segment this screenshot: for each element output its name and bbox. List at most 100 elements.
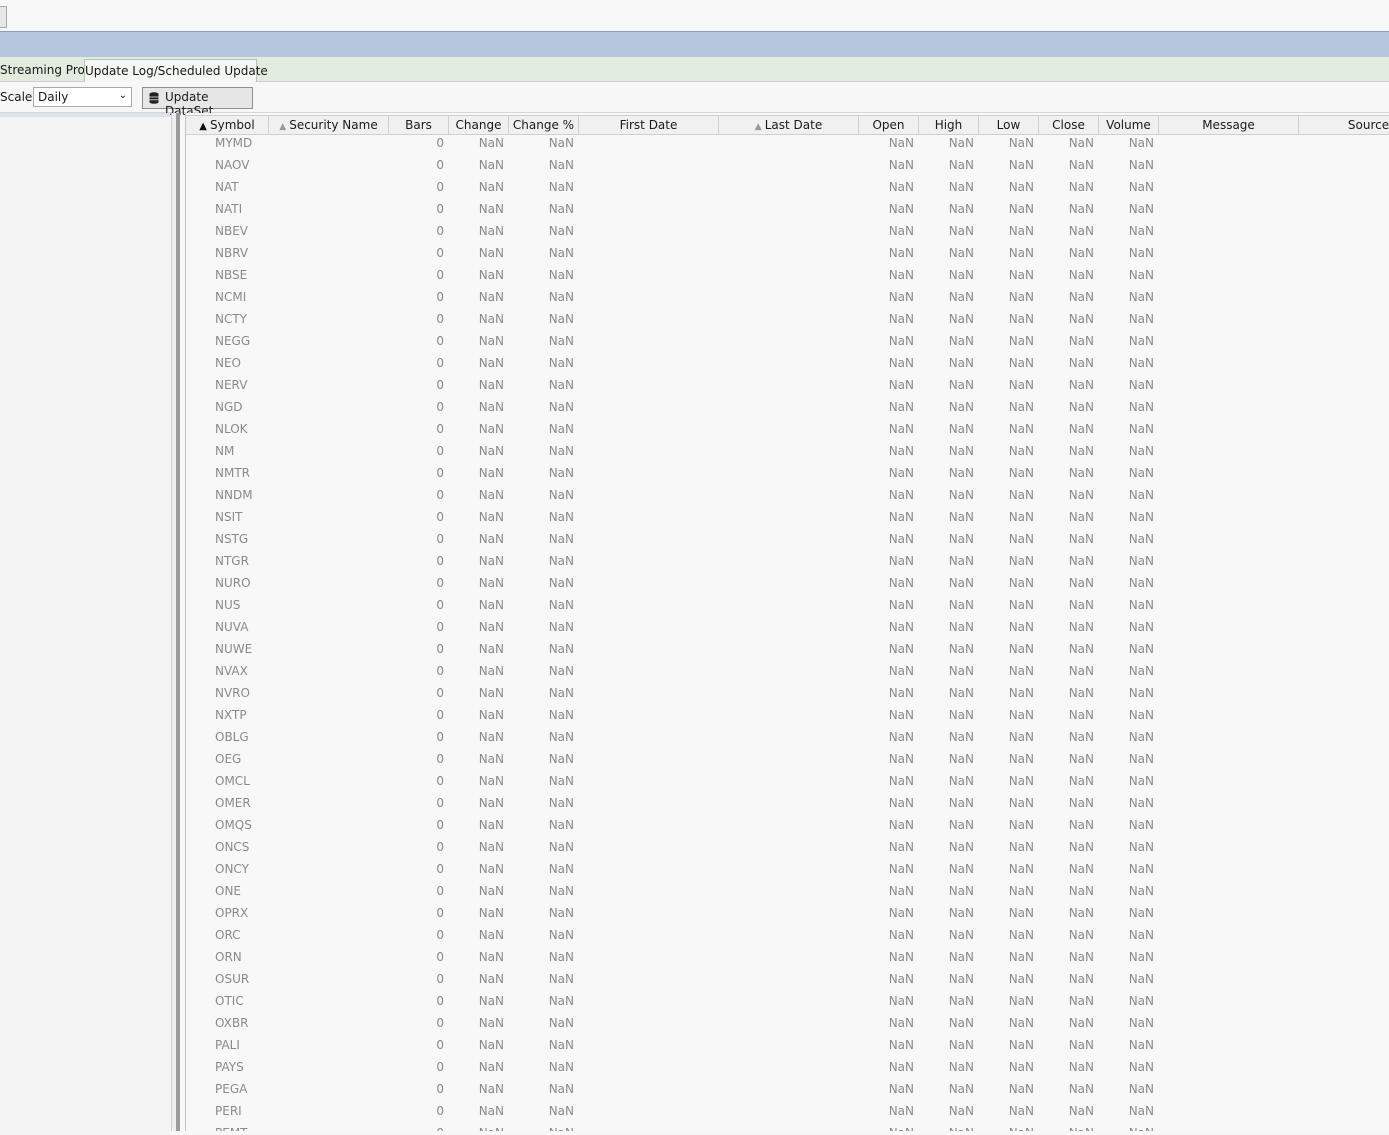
cell-high: NaN [948, 708, 974, 722]
table-row[interactable]: NXTP 0 NaN NaN NaN NaN NaN NaN NaN [186, 706, 1389, 728]
cell-change-pct: NaN [548, 510, 574, 524]
cell-volume: NaN [1128, 994, 1154, 1008]
cell-change: NaN [478, 136, 504, 150]
column-header-symbol[interactable]: ▲ Symbol [186, 116, 269, 134]
column-header-open[interactable]: Open [859, 116, 919, 134]
table-row[interactable]: ONCY 0 NaN NaN NaN NaN NaN NaN NaN [186, 860, 1389, 882]
table-row[interactable]: NSIT 0 NaN NaN NaN NaN NaN NaN NaN [186, 508, 1389, 530]
table-row[interactable]: NATI 0 NaN NaN NaN NaN NaN NaN NaN [186, 200, 1389, 222]
cell-volume: NaN [1128, 378, 1154, 392]
column-header-first-date[interactable]: First Date [579, 116, 719, 134]
column-header-change-pct[interactable]: Change % [509, 116, 579, 134]
tab-streaming-providers[interactable]: Streaming Providers [0, 59, 85, 81]
table-row[interactable]: NBRV 0 NaN NaN NaN NaN NaN NaN NaN [186, 244, 1389, 266]
table-row[interactable]: OSUR 0 NaN NaN NaN NaN NaN NaN NaN [186, 970, 1389, 992]
table-row[interactable]: NNDM 0 NaN NaN NaN NaN NaN NaN NaN [186, 486, 1389, 508]
column-header-high[interactable]: High [919, 116, 979, 134]
column-header-last-date[interactable]: ▲ Last Date [719, 116, 859, 134]
table-row[interactable]: OMCL 0 NaN NaN NaN NaN NaN NaN NaN [186, 772, 1389, 794]
scale-dropdown[interactable]: Daily ⌄ [33, 87, 132, 107]
cell-low: NaN [1008, 1016, 1034, 1030]
table-row[interactable]: NERV 0 NaN NaN NaN NaN NaN NaN NaN [186, 376, 1389, 398]
table-row[interactable]: ONE 0 NaN NaN NaN NaN NaN NaN NaN [186, 882, 1389, 904]
table-row[interactable]: NEO 0 NaN NaN NaN NaN NaN NaN NaN [186, 354, 1389, 376]
column-header-volume[interactable]: Volume [1099, 116, 1159, 134]
cell-low: NaN [1008, 664, 1034, 678]
cell-close: NaN [1068, 532, 1094, 546]
cell-change: NaN [478, 356, 504, 370]
table-row[interactable]: PALI 0 NaN NaN NaN NaN NaN NaN NaN [186, 1036, 1389, 1058]
table-row[interactable]: NLOK 0 NaN NaN NaN NaN NaN NaN NaN [186, 420, 1389, 442]
column-header-source[interactable]: Source [1299, 116, 1389, 134]
cell-volume: NaN [1128, 686, 1154, 700]
column-header-message[interactable]: Message [1159, 116, 1299, 134]
table-row[interactable]: OPRX 0 NaN NaN NaN NaN NaN NaN NaN [186, 904, 1389, 926]
cell-bars: 0 [436, 928, 444, 942]
cell-change: NaN [478, 884, 504, 898]
clipped-button-edge[interactable] [0, 6, 7, 28]
cell-change-pct: NaN [548, 444, 574, 458]
table-row[interactable]: NAT 0 NaN NaN NaN NaN NaN NaN NaN [186, 178, 1389, 200]
table-row[interactable]: OTIC 0 NaN NaN NaN NaN NaN NaN NaN [186, 992, 1389, 1014]
column-header-change[interactable]: Change [449, 116, 509, 134]
cell-bars: 0 [436, 268, 444, 282]
table-row[interactable]: NCTY 0 NaN NaN NaN NaN NaN NaN NaN [186, 310, 1389, 332]
table-row[interactable]: ONCS 0 NaN NaN NaN NaN NaN NaN NaN [186, 838, 1389, 860]
column-header-close[interactable]: Close [1039, 116, 1099, 134]
cell-open: NaN [888, 664, 914, 678]
table-row[interactable]: NM 0 NaN NaN NaN NaN NaN NaN NaN [186, 442, 1389, 464]
table-row[interactable]: NCMI 0 NaN NaN NaN NaN NaN NaN NaN [186, 288, 1389, 310]
column-header-low[interactable]: Low [979, 116, 1039, 134]
cell-bars: 0 [436, 136, 444, 150]
column-header-bars[interactable]: Bars [389, 116, 449, 134]
tab-update-log[interactable]: Update Log/Scheduled Update [84, 59, 268, 82]
cell-open: NaN [888, 884, 914, 898]
table-row[interactable]: ORN 0 NaN NaN NaN NaN NaN NaN NaN [186, 948, 1389, 970]
cell-close: NaN [1068, 818, 1094, 832]
cell-bars: 0 [436, 620, 444, 634]
column-header-security-name[interactable]: ▲ Security Name [269, 116, 389, 134]
table-row[interactable]: PEMT 0 NaN NaN NaN NaN NaN NaN NaN [186, 1124, 1389, 1131]
cell-bars: 0 [436, 730, 444, 744]
table-row[interactable]: NUS 0 NaN NaN NaN NaN NaN NaN NaN [186, 596, 1389, 618]
table-row[interactable]: NUVA 0 NaN NaN NaN NaN NaN NaN NaN [186, 618, 1389, 640]
table-row[interactable]: NVAX 0 NaN NaN NaN NaN NaN NaN NaN [186, 662, 1389, 684]
table-row[interactable]: OEG 0 NaN NaN NaN NaN NaN NaN NaN [186, 750, 1389, 772]
cell-change: NaN [478, 576, 504, 590]
table-row[interactable]: OMER 0 NaN NaN NaN NaN NaN NaN NaN [186, 794, 1389, 816]
cell-change: NaN [478, 598, 504, 612]
table-row[interactable]: NEGG 0 NaN NaN NaN NaN NaN NaN NaN [186, 332, 1389, 354]
cell-bars: 0 [436, 642, 444, 656]
table-row[interactable]: NGD 0 NaN NaN NaN NaN NaN NaN NaN [186, 398, 1389, 420]
table-row[interactable]: OBLG 0 NaN NaN NaN NaN NaN NaN NaN [186, 728, 1389, 750]
cell-bars: 0 [436, 466, 444, 480]
cell-low: NaN [1008, 532, 1034, 546]
pane-splitter[interactable] [171, 113, 180, 1131]
table-row[interactable]: NBSE 0 NaN NaN NaN NaN NaN NaN NaN [186, 266, 1389, 288]
cell-symbol: OTIC [215, 994, 244, 1008]
table-row[interactable]: PAYS 0 NaN NaN NaN NaN NaN NaN NaN [186, 1058, 1389, 1080]
table-row[interactable]: OXBR 0 NaN NaN NaN NaN NaN NaN NaN [186, 1014, 1389, 1036]
cell-volume: NaN [1128, 1038, 1154, 1052]
cell-volume: NaN [1128, 356, 1154, 370]
cell-change-pct: NaN [548, 576, 574, 590]
table-row[interactable]: PERI 0 NaN NaN NaN NaN NaN NaN NaN [186, 1102, 1389, 1124]
table-row[interactable]: NMTR 0 NaN NaN NaN NaN NaN NaN NaN [186, 464, 1389, 486]
cell-bars: 0 [436, 598, 444, 612]
table-row[interactable]: ORC 0 NaN NaN NaN NaN NaN NaN NaN [186, 926, 1389, 948]
cell-low: NaN [1008, 444, 1034, 458]
table-row[interactable]: NVRO 0 NaN NaN NaN NaN NaN NaN NaN [186, 684, 1389, 706]
dataset-tree-pane[interactable] [0, 113, 170, 1135]
table-row[interactable]: NSTG 0 NaN NaN NaN NaN NaN NaN NaN [186, 530, 1389, 552]
table-row[interactable]: NAOV 0 NaN NaN NaN NaN NaN NaN NaN [186, 156, 1389, 178]
table-row[interactable]: NUWE 0 NaN NaN NaN NaN NaN NaN NaN [186, 640, 1389, 662]
table-row[interactable]: NBEV 0 NaN NaN NaN NaN NaN NaN NaN [186, 222, 1389, 244]
table-row[interactable]: NTGR 0 NaN NaN NaN NaN NaN NaN NaN [186, 552, 1389, 574]
table-row[interactable]: MYMD 0 NaN NaN NaN NaN NaN NaN NaN [186, 134, 1389, 156]
cell-change-pct: NaN [548, 312, 574, 326]
table-row[interactable]: PEGA 0 NaN NaN NaN NaN NaN NaN NaN [186, 1080, 1389, 1102]
table-row[interactable]: OMQS 0 NaN NaN NaN NaN NaN NaN NaN [186, 816, 1389, 838]
update-dataset-button[interactable]: Update DataSet [142, 87, 253, 118]
cell-low: NaN [1008, 576, 1034, 590]
table-row[interactable]: NURO 0 NaN NaN NaN NaN NaN NaN NaN [186, 574, 1389, 596]
